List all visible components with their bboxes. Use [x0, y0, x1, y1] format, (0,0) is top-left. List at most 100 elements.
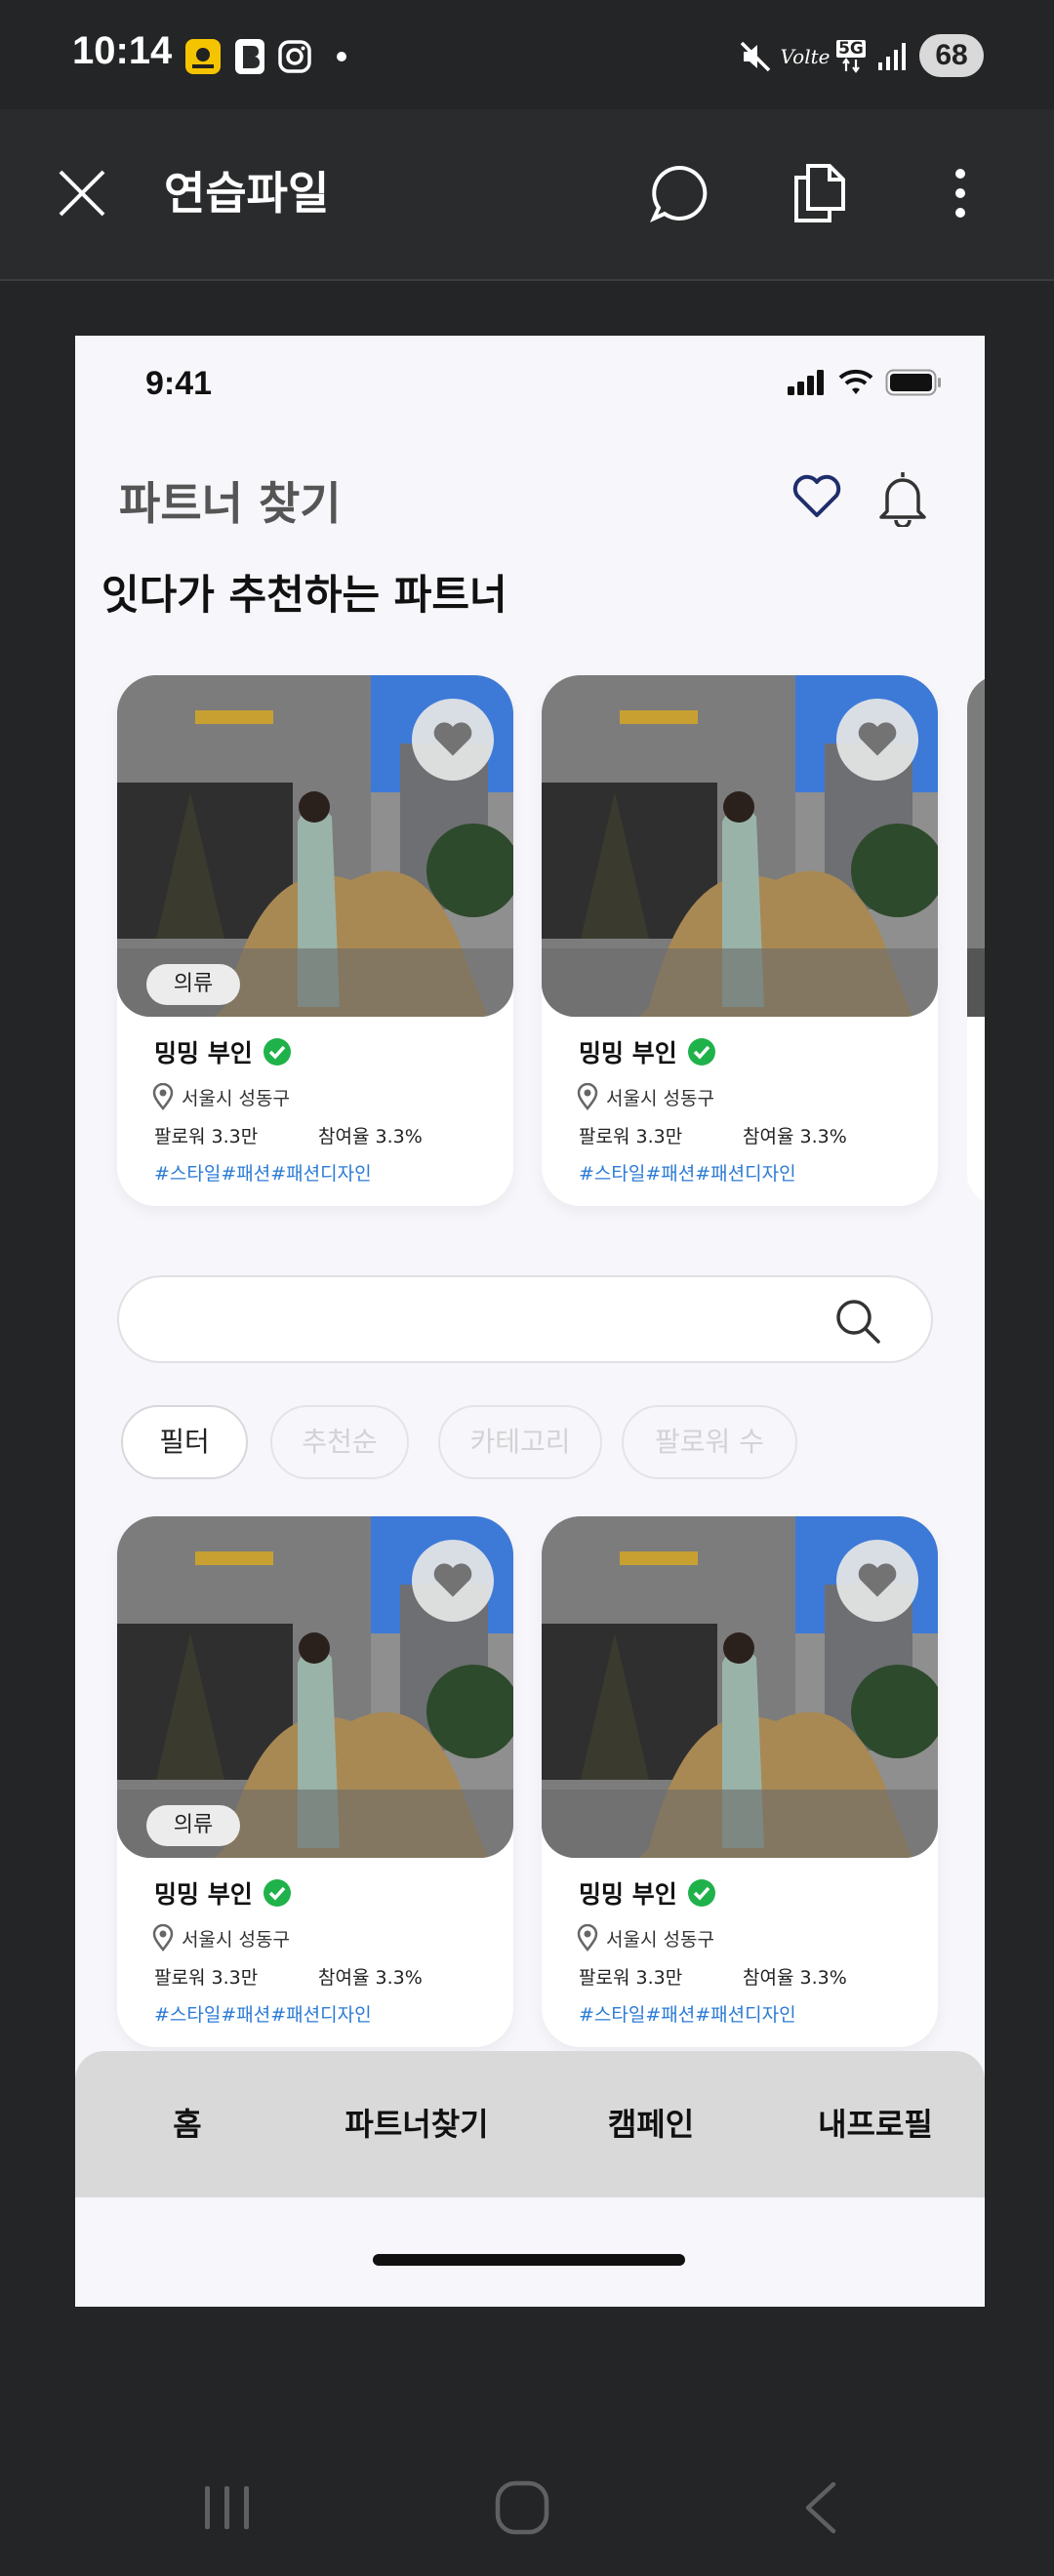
mute-icon	[736, 37, 775, 76]
wifi-icon	[838, 369, 873, 394]
back-icon	[805, 2481, 836, 2534]
ios-status-time: 9:41	[145, 365, 213, 402]
partner-card[interactable]: 의류 밍밍 부인 서울시 성동구 팔로워 3.3만 참여율 3.3% #스타일#…	[117, 1516, 513, 2047]
partner-name: 밍밍 부인	[579, 1039, 677, 1067]
partner-location: 서울시 성동구	[182, 1928, 290, 1951]
engagement-rate: 참여율 3.3%	[318, 1126, 423, 1147]
engagement-rate: 참여율 3.3%	[743, 1126, 847, 1147]
card-location-row: 서울시 성동구	[575, 1924, 714, 1952]
home-indicator[interactable]	[373, 2254, 685, 2266]
heart-icon	[858, 722, 897, 756]
location-pin-icon	[152, 1083, 174, 1110]
category-badge: 의류	[146, 1805, 240, 1846]
close-button[interactable]	[43, 154, 121, 232]
status-time: 10:14	[72, 29, 173, 72]
verified-icon	[263, 1038, 291, 1066]
battery-indicator: 68	[919, 34, 984, 77]
notification-dot-icon	[334, 37, 349, 76]
verified-icon	[687, 1879, 715, 1907]
partner-name: 밍밍 부인	[154, 1039, 253, 1067]
tab-campaign[interactable]: 캠페인	[568, 2051, 734, 2197]
card-location-row: 서울시 성동구	[150, 1924, 290, 1952]
chip-filter[interactable]: 필터	[121, 1405, 248, 1479]
partner-tags[interactable]: #스타일#패션#패션디자인	[154, 1159, 372, 1186]
partner-location: 서울시 성동구	[606, 1087, 714, 1109]
more-options-button[interactable]	[921, 154, 999, 232]
partner-card[interactable]: 의류 밍밍 부인 서울시 성동구 팔로워 3.3만 참여율 3.3% #스타일#…	[117, 675, 513, 1206]
home-icon	[495, 2480, 549, 2535]
card-name-row: 밍밍 부인	[154, 1875, 292, 1911]
toolbar-title: 연습파일	[164, 167, 330, 220]
partner-location: 서울시 성동구	[606, 1928, 714, 1951]
chip-category[interactable]: 카테고리	[438, 1405, 602, 1479]
recent-apps-button[interactable]	[179, 2469, 276, 2547]
volte-label: Volte	[780, 45, 831, 68]
follower-count: 팔로워 3.3만	[154, 1967, 259, 1989]
location-pin-icon	[577, 1924, 598, 1952]
more-vertical-icon	[955, 169, 965, 218]
partner-tags[interactable]: #스타일#패션#패션디자인	[154, 2000, 372, 2027]
heart-icon	[858, 1563, 897, 1597]
back-button[interactable]	[771, 2469, 869, 2547]
comment-icon	[649, 165, 708, 223]
partner-name: 밍밍 부인	[579, 1880, 677, 1909]
partner-photo	[542, 1516, 938, 1858]
engagement-rate: 참여율 3.3%	[743, 1967, 847, 1989]
chip-recommended[interactable]: 추천순	[270, 1405, 409, 1479]
section-title: 잇다가 추천하는 파트너	[101, 571, 507, 619]
network-5g-icon: 5G	[831, 37, 871, 76]
location-pin-icon	[152, 1924, 174, 1952]
tab-home[interactable]: 홈	[114, 2051, 261, 2197]
ios-status-icons	[788, 369, 942, 396]
cellular-icon	[788, 370, 824, 395]
partner-name: 밍밍 부인	[154, 1880, 253, 1909]
partner-photo	[542, 675, 938, 1017]
copy-button[interactable]	[781, 154, 859, 232]
partner-card[interactable]: 밍밍 부인 서울시 성동구 팔로워 3.3만 참여율 3.3% #스타일#패션#…	[542, 1516, 938, 2047]
chip-followers[interactable]: 팔로워 수	[622, 1405, 797, 1479]
favorites-button[interactable]	[791, 474, 842, 523]
tab-partner-search[interactable]: 파트너찾기	[300, 2051, 534, 2197]
partner-tags[interactable]: #스타일#패션#패션디자인	[579, 1159, 796, 1186]
comment-button[interactable]	[640, 154, 718, 232]
b-app-icon	[232, 37, 267, 76]
bottom-tab-bar: 홈 파트너찾기 캠페인 내프로필	[75, 2051, 985, 2197]
partner-location: 서울시 성동구	[182, 1087, 290, 1109]
signal-icon	[874, 37, 910, 76]
search-bar[interactable]	[117, 1275, 933, 1363]
page-title: 파트너 찾기	[119, 477, 342, 530]
follower-count: 팔로워 3.3만	[579, 1967, 683, 1989]
notification-button[interactable]	[875, 468, 930, 531]
verified-icon	[687, 1038, 715, 1066]
search-icon[interactable]	[833, 1297, 882, 1346]
recent-apps-icon	[205, 2486, 249, 2529]
copy-icon	[794, 164, 845, 222]
follower-count: 팔로워 3.3만	[154, 1126, 259, 1147]
heart-icon	[433, 1563, 472, 1597]
partner-tags[interactable]: #스타일#패션#패션디자인	[579, 2000, 796, 2027]
partner-card[interactable]: 밍밍 부인 서울시 성동구 팔로워 3.3만 참여율 3.3% #스타일#패션#…	[542, 675, 938, 1206]
partner-card-peek[interactable]	[967, 675, 985, 1206]
favorite-button[interactable]	[412, 1540, 494, 1622]
home-button[interactable]	[473, 2469, 571, 2547]
engagement-rate: 참여율 3.3%	[318, 1967, 423, 1989]
verified-icon	[263, 1879, 291, 1907]
card-name-row: 밍밍 부인	[154, 1034, 292, 1069]
bell-icon	[879, 472, 926, 529]
search-input[interactable]	[148, 1277, 831, 1361]
ios-battery-icon	[885, 369, 941, 396]
favorite-button[interactable]	[412, 699, 494, 781]
instagram-icon	[275, 37, 314, 76]
heart-outline-icon	[792, 474, 841, 517]
partner-photo: 의류	[117, 675, 513, 1017]
app-toolbar: 연습파일	[0, 109, 1054, 281]
prototype-frame: 9:41 파트너 찾기 잇다가 추천하는 파트너 의류 밍밍 부인 서울시 성동…	[75, 336, 985, 2307]
heart-icon	[433, 722, 472, 756]
tab-my-profile[interactable]: 내프로필	[778, 2051, 973, 2197]
network-label: 5G	[836, 39, 866, 59]
favorite-button[interactable]	[836, 1540, 918, 1622]
weather-app-icon	[183, 37, 223, 76]
location-pin-icon	[577, 1083, 598, 1110]
favorite-button[interactable]	[836, 699, 918, 781]
category-badge: 의류	[146, 964, 240, 1005]
